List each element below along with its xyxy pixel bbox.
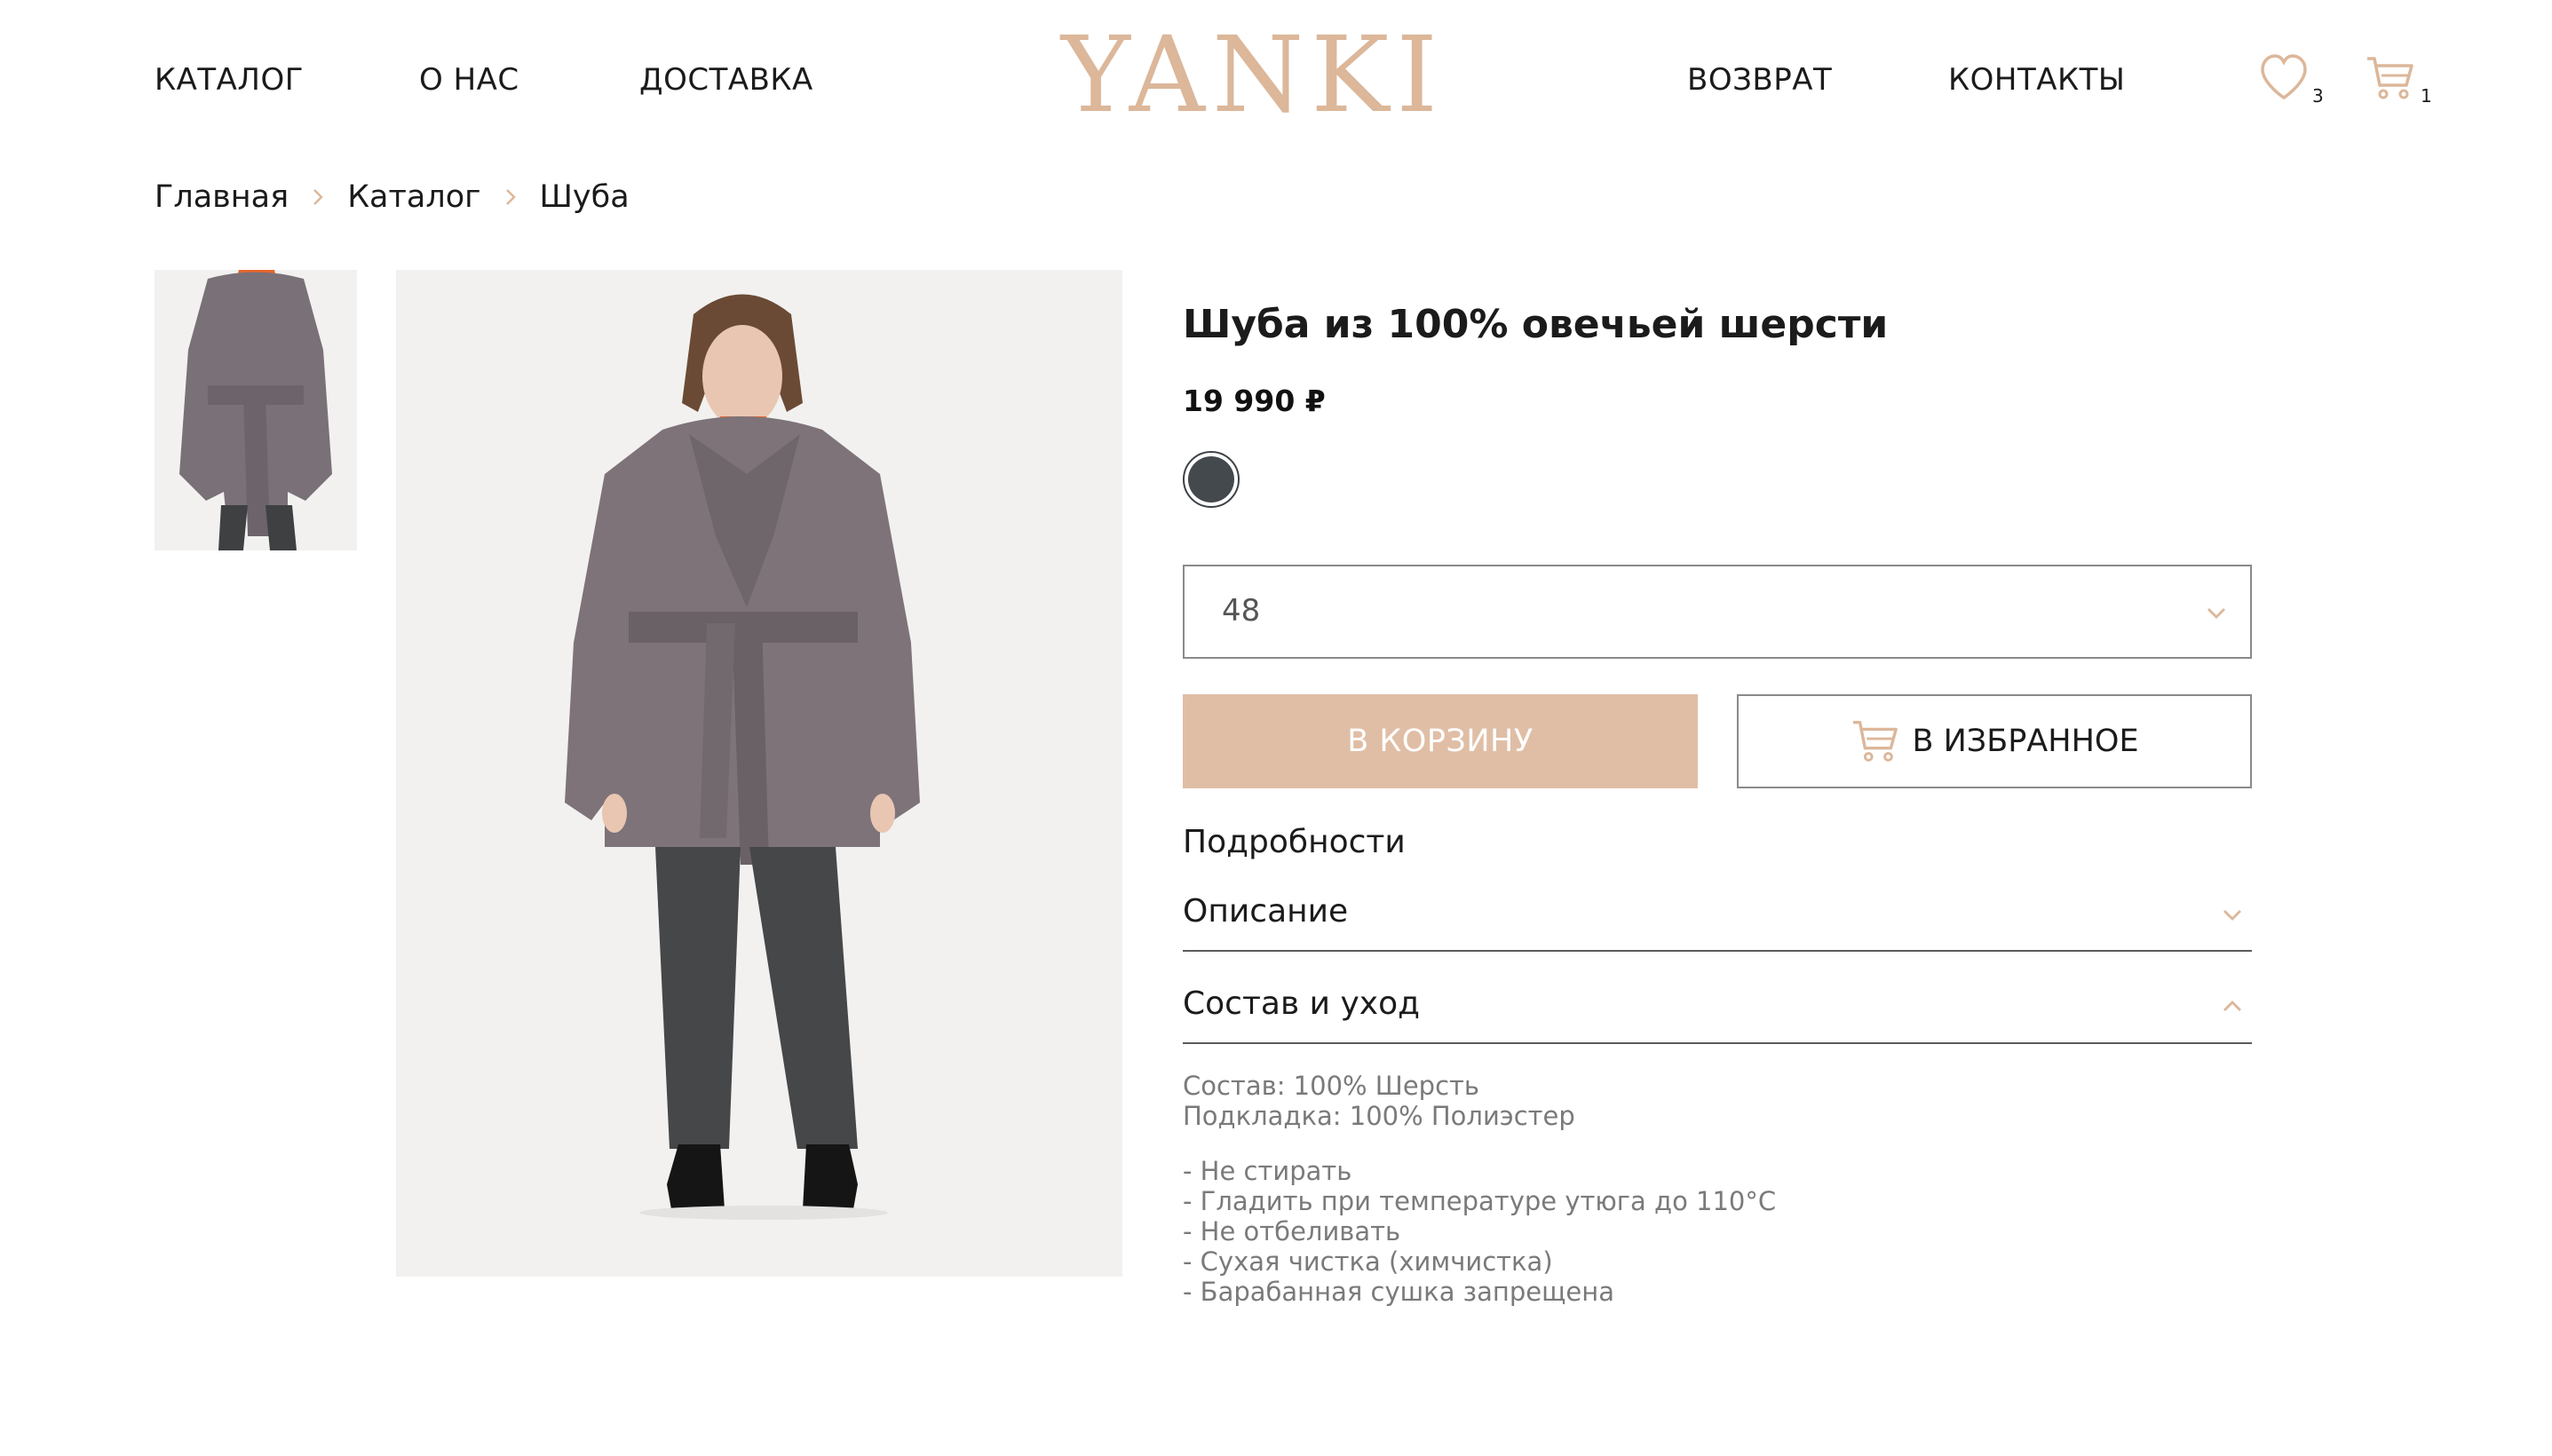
product-price: 19 990 ₽ bbox=[1183, 384, 1326, 418]
nav-link-returns[interactable]: ВОЗВРАТ bbox=[1687, 62, 1832, 98]
accordion-description-title: Описание bbox=[1183, 893, 1349, 930]
size-select[interactable]: 48 bbox=[1183, 565, 2252, 659]
model-photo bbox=[396, 270, 1122, 1277]
care-line: - Барабанная сушка запрещена bbox=[1183, 1277, 1614, 1307]
composition-care-content: Состав: 100% Шерсть Подкладка: 100% Поли… bbox=[1183, 1071, 1776, 1307]
accordion-description[interactable]: Описание bbox=[1183, 877, 2252, 952]
add-to-favorites-label: В ИЗБРАННОЕ bbox=[1912, 724, 2139, 759]
chevron-right-icon bbox=[505, 189, 516, 205]
breadcrumb-home[interactable]: Главная bbox=[155, 179, 289, 215]
brand-logo[interactable]: YANKI bbox=[1053, 21, 1453, 128]
composition-line: Состав: 100% Шерсть bbox=[1183, 1071, 1479, 1101]
care-line: - Сухая чистка (химчистка) bbox=[1183, 1246, 1553, 1277]
color-swatch-selected[interactable] bbox=[1183, 451, 1240, 508]
nav-link-catalog[interactable]: КАТАЛОГ bbox=[155, 62, 304, 98]
cart-icon bbox=[1853, 721, 1898, 762]
care-line: - Гладить при температуре утюга до 110°С bbox=[1183, 1186, 1777, 1216]
nav-link-delivery[interactable]: ДОСТАВКА bbox=[639, 62, 813, 98]
favorites-button[interactable] bbox=[2257, 51, 2310, 105]
nav-link-contacts[interactable]: КОНТАКТЫ bbox=[1948, 62, 2125, 98]
nav-link-about[interactable]: О НАС bbox=[419, 62, 519, 98]
site-header: КАТАЛОГ О НАС ДОСТАВКА YANKI ВОЗВРАТ КОН… bbox=[0, 0, 2552, 160]
heart-icon bbox=[2261, 54, 2307, 100]
accordion-composition-care-title: Состав и уход bbox=[1183, 985, 1421, 1022]
care-line: - Не отбеливать bbox=[1183, 1216, 1401, 1246]
details-heading: Подробности bbox=[1183, 824, 1406, 860]
product-thumbnail[interactable] bbox=[155, 270, 357, 550]
breadcrumb: Главная Каталог Шуба bbox=[155, 178, 630, 217]
size-select-value: 48 bbox=[1222, 593, 1261, 629]
cart-icon bbox=[2367, 57, 2413, 99]
model-photo-thumbnail bbox=[155, 270, 357, 550]
cart-count: 1 bbox=[2421, 85, 2432, 107]
cart-button[interactable] bbox=[2364, 51, 2417, 105]
lining-line: Подкладка: 100% Полиэстер bbox=[1183, 1101, 1575, 1131]
care-line: - Не стирать bbox=[1183, 1156, 1352, 1186]
product-main-photo[interactable] bbox=[396, 270, 1122, 1277]
breadcrumb-current: Шуба bbox=[539, 179, 630, 215]
color-swatch-fill bbox=[1188, 456, 1234, 502]
product-title: Шуба из 100% овечьей шерсти bbox=[1183, 302, 1889, 347]
chevron-down-icon bbox=[2223, 910, 2241, 921]
chevron-down-icon bbox=[2207, 608, 2225, 619]
chevron-right-icon bbox=[313, 189, 323, 205]
add-to-favorites-button[interactable]: В ИЗБРАННОЕ bbox=[1737, 694, 2252, 788]
chevron-up-icon bbox=[2223, 1001, 2241, 1011]
add-to-cart-button[interactable]: В КОРЗИНУ bbox=[1183, 694, 1698, 788]
favorites-count: 3 bbox=[2312, 85, 2324, 107]
breadcrumb-catalog[interactable]: Каталог bbox=[347, 179, 480, 215]
accordion-composition-care[interactable]: Состав и уход bbox=[1183, 969, 2252, 1044]
